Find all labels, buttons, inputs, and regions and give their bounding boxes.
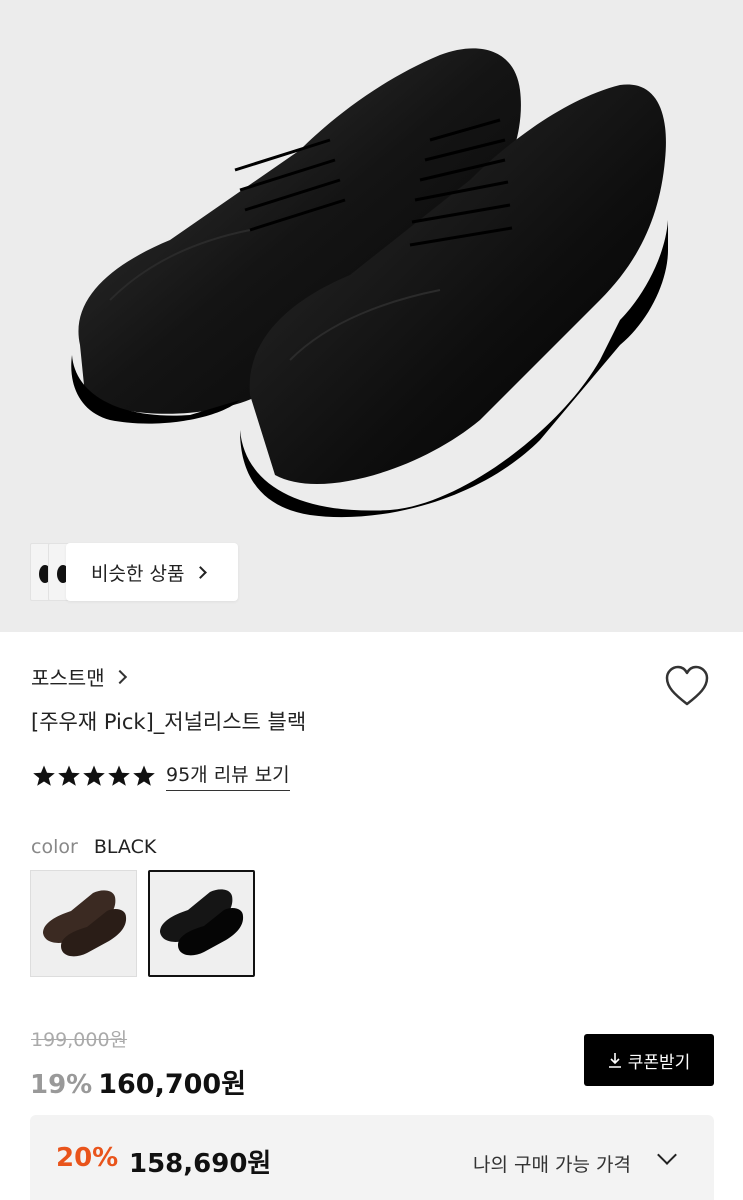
similar-products-button[interactable]: 비슷한 상품 [66, 543, 238, 601]
color-option-black[interactable] [148, 870, 255, 977]
sale-price: 160,700원 [98, 1069, 247, 1100]
product-hero-image[interactable]: 비슷한 상품 [0, 0, 743, 632]
product-title: [주우재 Pick]_저널리스트 블랙 [31, 710, 307, 734]
rating-stars [32, 764, 156, 788]
brand-link[interactable]: 포스트맨 [31, 662, 127, 691]
coupon-label: 쿠폰받기 [627, 1052, 691, 1073]
chevron-right-icon [194, 565, 208, 579]
original-price: 199,000원 [31, 1029, 128, 1051]
my-price-label: 나의 구매 가능 가격 [473, 1154, 631, 1176]
discount-rate: 19% [30, 1070, 93, 1100]
rating-row: 95개 리뷰 보기 [32, 760, 290, 791]
chevron-down-icon[interactable] [657, 1145, 677, 1165]
star-icon [33, 765, 55, 786]
color-selection: color BLACK [31, 836, 156, 858]
star-icon [133, 765, 155, 786]
coupon-button[interactable]: 쿠폰받기 [584, 1034, 714, 1086]
download-icon [608, 1053, 621, 1068]
black-shoe-thumbnail [160, 889, 244, 956]
my-discount-rate: 20% [56, 1143, 119, 1173]
heart-icon[interactable] [664, 664, 710, 710]
similar-products-label: 비슷한 상품 [91, 562, 185, 585]
review-link[interactable]: 95개 리뷰 보기 [166, 760, 290, 791]
shoe-photo [71, 48, 668, 518]
my-price: 158,690원 [129, 1149, 272, 1179]
chevron-right-icon [112, 669, 127, 684]
star-icon [83, 765, 105, 786]
my-price-panel[interactable]: 20% 158,690원 나의 구매 가능 가격 [30, 1115, 714, 1200]
price-row: 19% 160,700원 [30, 1062, 246, 1101]
brand-name: 포스트맨 [31, 666, 105, 690]
color-option-brown[interactable] [30, 870, 137, 977]
color-value: BLACK [93, 836, 157, 858]
star-icon [58, 765, 80, 786]
color-label: color [31, 836, 78, 858]
star-icon [108, 765, 130, 786]
brown-shoe-thumbnail [43, 890, 127, 957]
